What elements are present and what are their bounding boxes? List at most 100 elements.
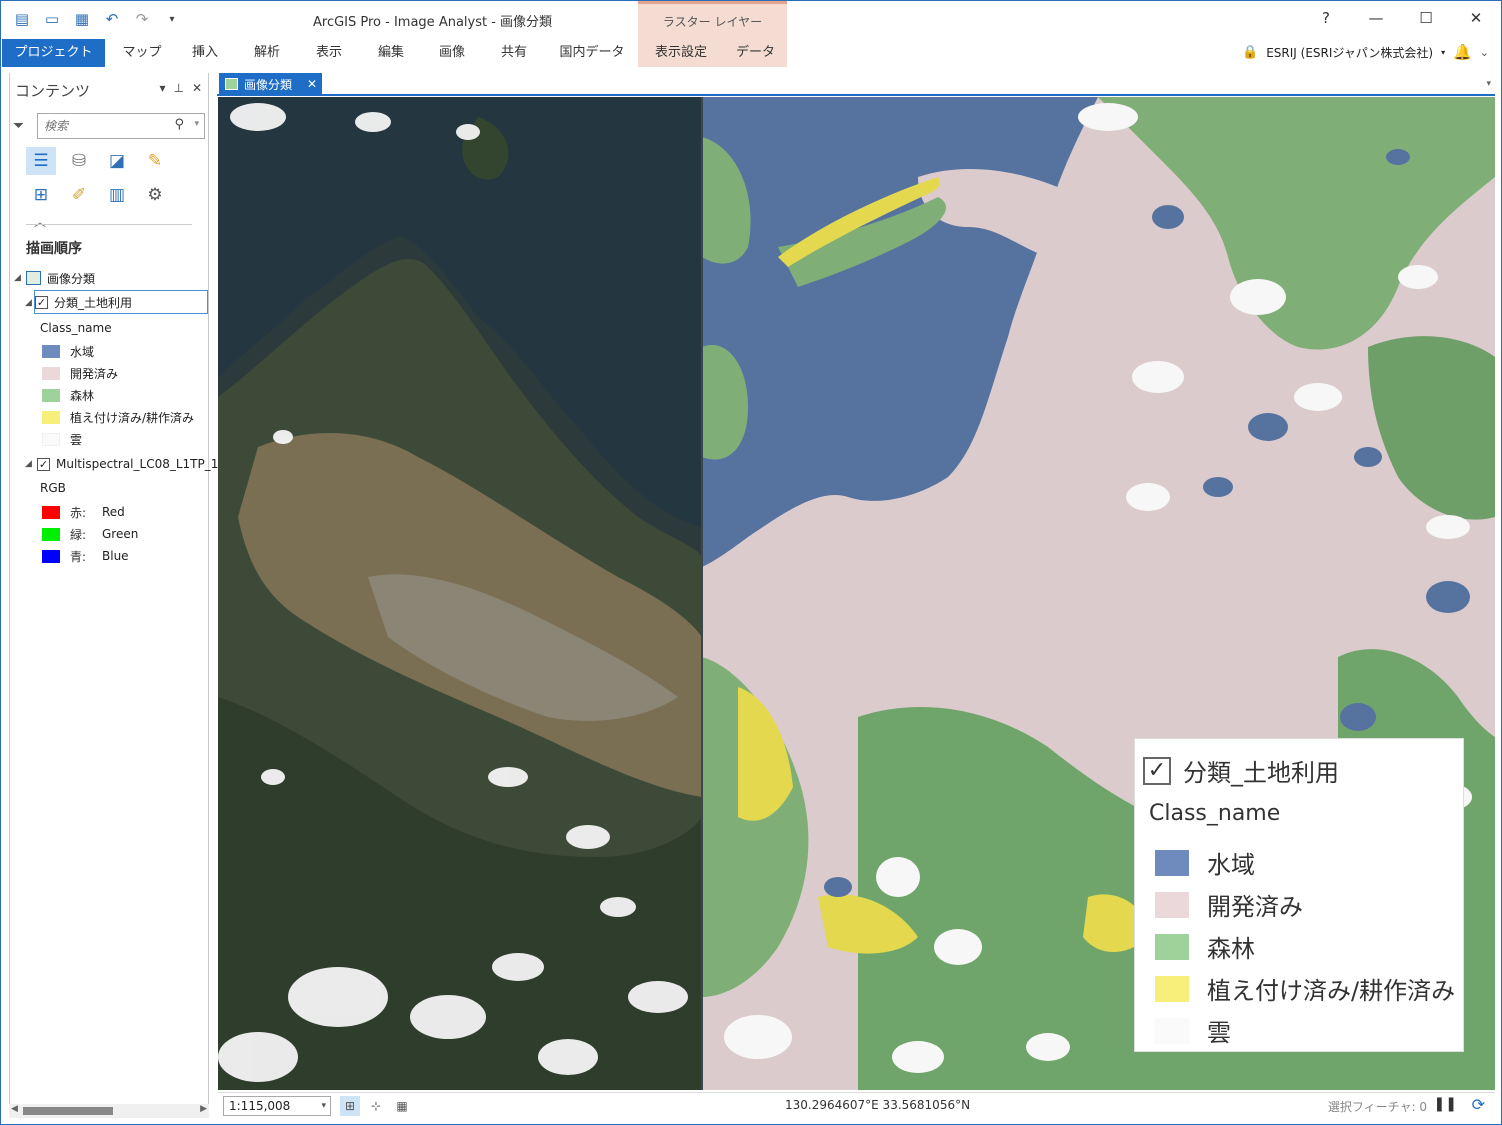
list-by-labeling-icon[interactable]: ✐ (64, 181, 94, 209)
band-green: 緑: Green (42, 523, 138, 545)
toolbar-collapse-icon[interactable]: ︿ (34, 213, 46, 230)
ribbon-collapse-icon[interactable]: ⌄ (1480, 46, 1489, 59)
swatch-cultivated[interactable] (42, 410, 60, 424)
contents-search-input[interactable] (38, 114, 168, 138)
swatch-forest[interactable] (42, 388, 60, 402)
grid-icon[interactable]: ⊹ (366, 1096, 386, 1116)
window-controls: ? — ☐ ✕ (1301, 1, 1501, 35)
pause-drawing-icon[interactable]: ❚❚ (1434, 1096, 1457, 1112)
minimize-button[interactable]: — (1351, 1, 1401, 35)
tab-edit[interactable]: 編集 (363, 39, 419, 67)
legend-field-name: Class_name (1149, 801, 1281, 826)
contents-pane-title: コンテンツ (15, 82, 91, 100)
layer-imagery[interactable]: ◢ ✓ Multispectral_LC08_L1TP_1 (25, 453, 218, 475)
selected-features-count[interactable]: 選択フィーチャ: 0 (1328, 1098, 1427, 1115)
table-icon[interactable]: ▦ (392, 1096, 412, 1116)
swatch-cloud[interactable] (42, 432, 60, 446)
legend-swatch (1155, 849, 1189, 876)
help-button[interactable]: ? (1301, 1, 1351, 35)
scrollbar-thumb[interactable] (23, 1107, 113, 1115)
contents-search-box[interactable]: ⚲ ▾ (37, 113, 205, 139)
list-by-perspective-icon[interactable]: ⚙ (140, 181, 170, 209)
band-name[interactable]: Green (102, 527, 138, 541)
legend-label: 開発済み (70, 366, 119, 381)
map-node[interactable]: ◢ 画像分類 (14, 267, 95, 289)
tab-appearance[interactable]: 表示設定 (638, 39, 724, 67)
tab-domestic-data[interactable]: 国内データ (553, 39, 631, 67)
title-bar: ▤ ▭ ▦ ↶ ↷ ▾ ArcGIS Pro - Image Analyst -… (1, 1, 1501, 39)
layer-visibility-checkbox[interactable]: ✓ (37, 457, 50, 471)
legend-swatch (1155, 1017, 1189, 1044)
layer-classified[interactable]: ✓ 分類_土地利用 (34, 290, 208, 314)
tab-data[interactable]: データ (724, 39, 787, 67)
view-list-dropdown-icon[interactable]: ▾ (1486, 79, 1491, 89)
tab-share[interactable]: 共有 (486, 39, 542, 67)
refresh-icon[interactable]: ⟳ (1472, 1095, 1485, 1114)
filter-icon[interactable]: ⏷ (13, 118, 24, 134)
map-icon (26, 271, 41, 285)
scroll-right-icon[interactable]: ▶ (200, 1104, 207, 1114)
map-view-tab[interactable]: 画像分類 ✕ (219, 73, 322, 95)
tab-analysis[interactable]: 解析 (239, 39, 295, 67)
legend-item-forest: 森林 (42, 384, 94, 406)
snapping-icon[interactable]: ⊞ (340, 1096, 360, 1116)
list-by-charts-icon[interactable]: ▥ (102, 181, 132, 209)
list-by-drawing-order-icon[interactable]: ☰ (26, 147, 56, 175)
pin-icon[interactable]: ⊥ (173, 81, 183, 95)
contents-horizontal-scrollbar[interactable]: ◀ ▶ (9, 1104, 209, 1118)
contents-filter-row: ⏷ ⚲ ▾ (10, 113, 208, 141)
legend-layer-row: ✓ 分類_土地利用 (1143, 753, 1339, 788)
map-name: 画像分類 (47, 271, 96, 286)
undo-icon[interactable]: ↶ (101, 9, 123, 29)
close-button[interactable]: ✕ (1451, 1, 1501, 35)
scroll-left-icon[interactable]: ◀ (11, 1104, 18, 1114)
pane-options-icon[interactable]: ▾ (159, 81, 165, 95)
close-pane-icon[interactable]: ✕ (192, 81, 202, 95)
tab-project[interactable]: プロジェクト (2, 39, 105, 67)
view-tab-label: 画像分類 (244, 77, 293, 92)
user-account[interactable]: 🔒 ESRIJ (ESRIジャパン株式会社) ▾ 🔔 ⌄ (1242, 43, 1489, 61)
band-red: 赤: Red (42, 501, 125, 523)
list-by-snapping-icon[interactable]: ⊞ (26, 181, 56, 209)
user-name: ESRIJ (ESRIジャパン株式会社) (1266, 45, 1434, 60)
customize-icon[interactable]: ▾ (161, 9, 183, 29)
layer-name: 分類_土地利用 (54, 295, 133, 310)
redo-icon[interactable]: ↷ (131, 9, 153, 29)
swatch-water[interactable] (42, 344, 60, 358)
user-dropdown-icon[interactable]: ▾ (1441, 48, 1445, 57)
arcgis-pro-window: ▤ ▭ ▦ ↶ ↷ ▾ ArcGIS Pro - Image Analyst -… (0, 0, 1502, 1125)
open-project-icon[interactable]: ▭ (41, 9, 63, 29)
legend-item-cultivated: 植え付け済み/耕作済み (42, 406, 194, 428)
channel-label: 赤: (70, 505, 87, 520)
search-icon[interactable]: ⚲ (174, 117, 184, 132)
scale-dropdown-icon[interactable]: ▾ (321, 1097, 326, 1115)
notification-bell-icon[interactable]: 🔔 (1453, 43, 1472, 61)
collapse-triangle-icon[interactable]: ◢ (25, 292, 37, 314)
legend-checkbox-icon: ✓ (1143, 756, 1171, 785)
band-name[interactable]: Red (102, 505, 125, 519)
scale-selector[interactable]: 1:115,008 ▾ (223, 1096, 331, 1116)
tab-view[interactable]: 表示 (301, 39, 357, 67)
list-by-selection-icon[interactable]: ◪ (102, 147, 132, 175)
divider (26, 224, 192, 225)
maximize-button[interactable]: ☐ (1401, 1, 1451, 35)
band-name[interactable]: Blue (102, 549, 129, 563)
collapse-triangle-icon[interactable]: ◢ (14, 273, 26, 283)
collapse-triangle-icon[interactable]: ◢ (25, 459, 37, 469)
map-legend[interactable]: ✓ 分類_土地利用 Class_name 水域 開発済み 森林 植え付け済み/耕… (1134, 738, 1464, 1052)
close-tab-icon[interactable]: ✕ (307, 77, 317, 91)
layer-name: Multispectral_LC08_L1TP_1 (56, 457, 219, 471)
swatch-developed[interactable] (42, 366, 60, 380)
swatch-red (42, 505, 60, 519)
swatch-green (42, 527, 60, 541)
tab-map[interactable]: マップ (113, 39, 171, 67)
search-options-icon[interactable]: ▾ (194, 119, 199, 129)
tab-imagery[interactable]: 画像 (424, 39, 480, 67)
list-by-editing-icon[interactable]: ✎ (140, 147, 170, 175)
list-by-data-source-icon[interactable]: ⛁ (64, 147, 94, 175)
new-project-icon[interactable]: ▤ (11, 9, 33, 29)
swatch-blue (42, 549, 60, 563)
channel-label: 青: (70, 549, 87, 564)
save-project-icon[interactable]: ▦ (71, 9, 93, 29)
tab-insert[interactable]: 挿入 (177, 39, 233, 67)
